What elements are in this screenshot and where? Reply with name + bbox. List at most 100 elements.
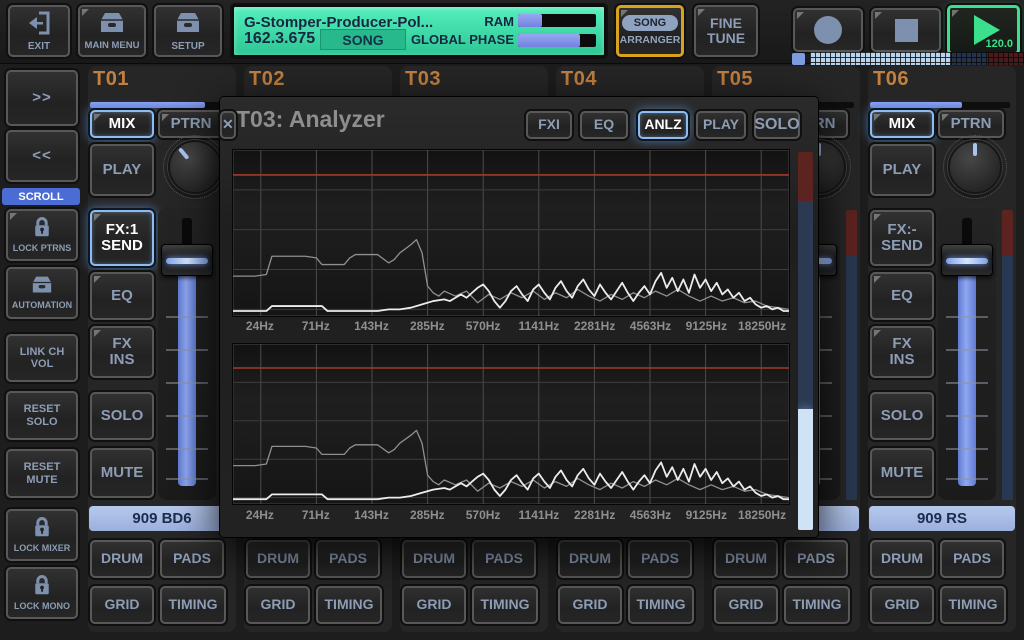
track-title: T05: [717, 68, 753, 91]
timing-button[interactable]: TIMING: [784, 586, 850, 624]
timing-label: TIMING: [949, 597, 998, 612]
grid-button[interactable]: GRID: [870, 586, 934, 624]
mix-tab[interactable]: MIX: [870, 110, 934, 138]
fx-ins-button[interactable]: FX INS: [90, 326, 154, 378]
automation-button[interactable]: AUTOMATION: [6, 267, 78, 319]
pads-button[interactable]: PADS: [472, 540, 536, 578]
drum-button[interactable]: DRUM: [870, 540, 934, 578]
song-position-bar[interactable]: [810, 52, 1024, 65]
fader-tick: [166, 316, 208, 318]
fader-handle[interactable]: [161, 244, 213, 276]
reset-mute-button[interactable]: RESET MUTE: [6, 449, 78, 498]
volume-fader[interactable]: [158, 208, 216, 500]
scroll-right-label: >>: [32, 90, 52, 107]
fader-tick: [166, 382, 208, 384]
lcd-display[interactable]: G-Stomper-Producer-Pol... 162.3.675 SONG…: [232, 5, 606, 57]
scroll-mode-badge[interactable]: SCROLL: [2, 188, 80, 205]
solo-button[interactable]: SOLO: [90, 392, 154, 440]
track-play-button[interactable]: PLAY: [870, 144, 934, 196]
timing-button[interactable]: TIMING: [940, 586, 1006, 624]
meter-red-zone: [1002, 210, 1013, 256]
link-channel-volume-button[interactable]: LINK CH VOL: [6, 334, 78, 382]
pads-button[interactable]: PADS: [784, 540, 848, 578]
pads-button[interactable]: PADS: [316, 540, 380, 578]
dialog-button-label: FXI: [538, 117, 560, 132]
solo-button[interactable]: SOLO: [870, 392, 934, 440]
lock-mixer-button[interactable]: LOCK MIXER: [6, 509, 78, 561]
grid-button[interactable]: GRID: [402, 586, 466, 624]
fx-ins-button[interactable]: FX INS: [870, 326, 934, 378]
fader-tick: [946, 349, 988, 351]
pads-button[interactable]: PADS: [160, 540, 224, 578]
grid-button[interactable]: GRID: [558, 586, 622, 624]
pan-knob[interactable]: [948, 140, 1002, 194]
pad-name-display[interactable]: 909 BD6: [89, 506, 235, 531]
timing-button[interactable]: TIMING: [316, 586, 382, 624]
drum-button[interactable]: DRUM: [246, 540, 310, 578]
global-phase-meter-fill: [518, 34, 580, 47]
timing-button[interactable]: TIMING: [472, 586, 538, 624]
volume-fader[interactable]: [938, 208, 996, 500]
track-column: T01 MIX PTRN PLAY FX:1 SEND: [88, 66, 236, 632]
freq-tick-label: 9125Hz: [678, 319, 734, 335]
reset-solo-button[interactable]: RESET SOLO: [6, 391, 78, 440]
lock-mono-button[interactable]: LOCK MONO: [6, 567, 78, 619]
dialog-button[interactable]: PLAY: [696, 111, 746, 139]
grid-label: GRID: [573, 597, 608, 612]
main-menu-button[interactable]: MAIN MENU: [78, 5, 146, 57]
mix-tab[interactable]: MIX: [90, 110, 154, 138]
timing-button[interactable]: TIMING: [628, 586, 694, 624]
scroll-left-button[interactable]: <<: [6, 130, 78, 182]
dialog-button[interactable]: EQ: [580, 111, 628, 139]
dialog-button[interactable]: FXI: [526, 111, 572, 139]
ptrn-tab[interactable]: PTRN: [938, 110, 1004, 138]
pads-button[interactable]: PADS: [940, 540, 1004, 578]
fx-send-line2: SEND: [881, 238, 923, 255]
grid-button[interactable]: GRID: [246, 586, 310, 624]
grid-button[interactable]: GRID: [90, 586, 154, 624]
drum-button[interactable]: DRUM: [558, 540, 622, 578]
exit-icon: [26, 11, 52, 38]
mute-button[interactable]: MUTE: [870, 448, 934, 498]
lock-patterns-button[interactable]: LOCK PTRNS: [6, 209, 78, 261]
dialog-button-label: PLAY: [703, 117, 739, 132]
timing-button[interactable]: TIMING: [160, 586, 226, 624]
play-button[interactable]: 120.0: [947, 5, 1020, 55]
eq-button[interactable]: EQ: [870, 272, 934, 320]
ptrn-tab[interactable]: PTRN: [158, 110, 224, 138]
eq-button[interactable]: EQ: [90, 272, 154, 320]
drum-button[interactable]: DRUM: [90, 540, 154, 578]
scroll-right-button[interactable]: >>: [6, 70, 78, 126]
drum-button[interactable]: DRUM: [402, 540, 466, 578]
track-play-label: PLAY: [883, 162, 922, 179]
fader-handle[interactable]: [941, 244, 993, 276]
setup-button[interactable]: SETUP: [154, 5, 222, 57]
record-button[interactable]: [793, 8, 863, 52]
song-arranger-button[interactable]: SONG ARRANGER: [616, 5, 684, 57]
ram-meter: [518, 14, 596, 27]
track-play-button[interactable]: PLAY: [90, 144, 154, 196]
drawer-icon: [97, 11, 127, 38]
pads-label: PADS: [641, 551, 679, 566]
dialog-button[interactable]: SOLO: [754, 111, 800, 139]
dialog-title: T03: Analyzer: [236, 106, 385, 133]
dialog-button-label: SOLO: [754, 116, 799, 134]
position-bar-end: [988, 52, 1024, 65]
pads-button[interactable]: PADS: [628, 540, 692, 578]
pan-knob[interactable]: [168, 140, 222, 194]
track-column: T06 MIX PTRN PLAY FX:- SEND: [868, 66, 1016, 632]
drum-button[interactable]: DRUM: [714, 540, 778, 578]
fine-tune-button[interactable]: FINE TUNE: [694, 5, 758, 57]
exit-button[interactable]: EXIT: [8, 5, 70, 57]
dialog-button[interactable]: ✕: [220, 111, 236, 139]
pad-name-display[interactable]: 909 RS: [869, 506, 1015, 531]
fx-send-button[interactable]: FX:1 SEND: [90, 210, 154, 266]
dialog-button[interactable]: ANLZ: [638, 111, 688, 139]
fx-send-button[interactable]: FX:- SEND: [870, 210, 934, 266]
pads-label: PADS: [329, 551, 367, 566]
track-title: T03: [405, 68, 441, 91]
stop-button[interactable]: [871, 8, 941, 52]
grid-button[interactable]: GRID: [714, 586, 778, 624]
lock-mono-label: LOCK MONO: [14, 602, 70, 612]
mute-button[interactable]: MUTE: [90, 448, 154, 498]
